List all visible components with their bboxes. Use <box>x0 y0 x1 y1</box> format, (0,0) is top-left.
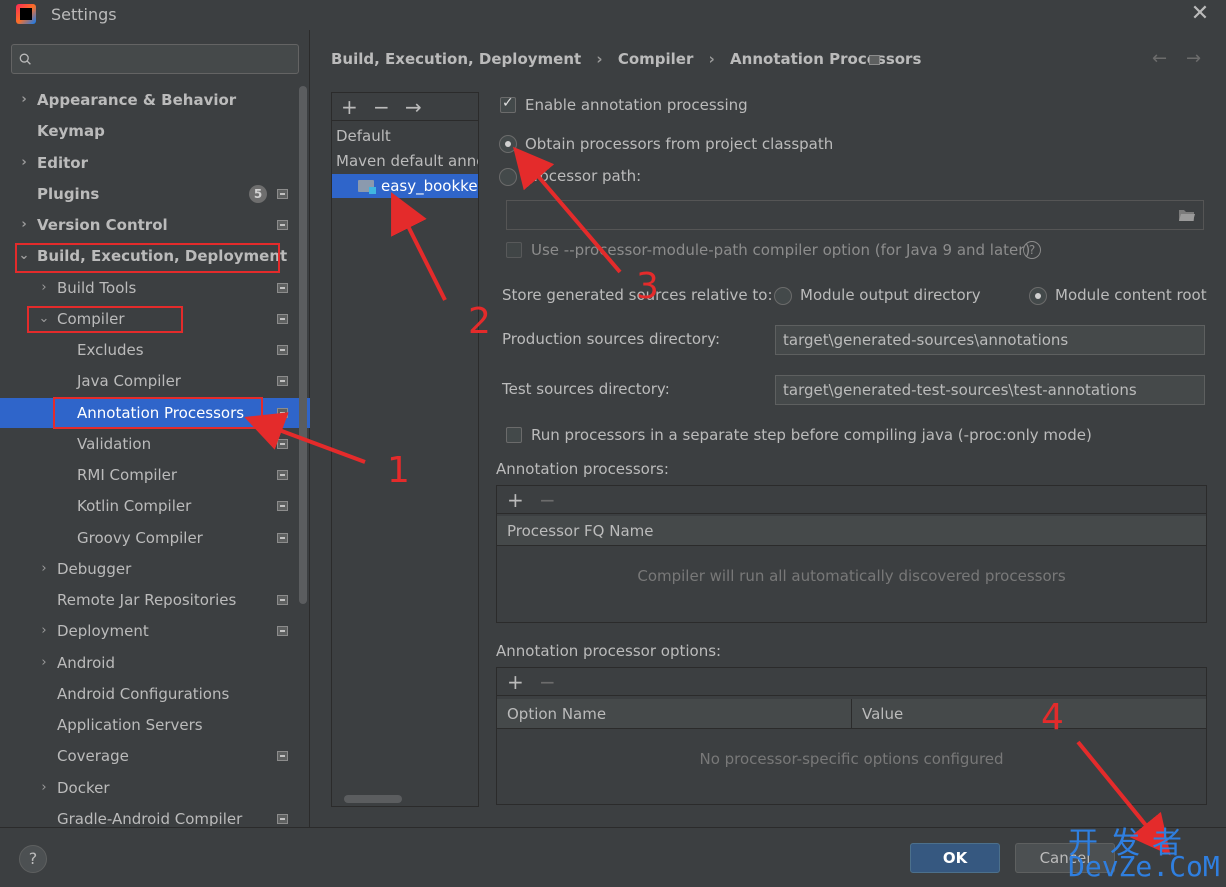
annotation-number-3: 3 <box>636 266 659 307</box>
annotation-number-2: 2 <box>468 301 491 342</box>
annotation-arrow-1 <box>244 412 366 464</box>
annotation-number-4: 4 <box>1041 697 1064 738</box>
annotation-arrow-2 <box>391 192 447 301</box>
annotation-number-1: 1 <box>387 450 410 491</box>
watermark-bottom: DevZe.CoM <box>1068 850 1220 883</box>
annotation-arrow-3 <box>513 146 622 274</box>
annotation-arrows <box>244 146 1171 856</box>
watermark: 开发者 DevZe.CoM <box>1068 818 1223 884</box>
